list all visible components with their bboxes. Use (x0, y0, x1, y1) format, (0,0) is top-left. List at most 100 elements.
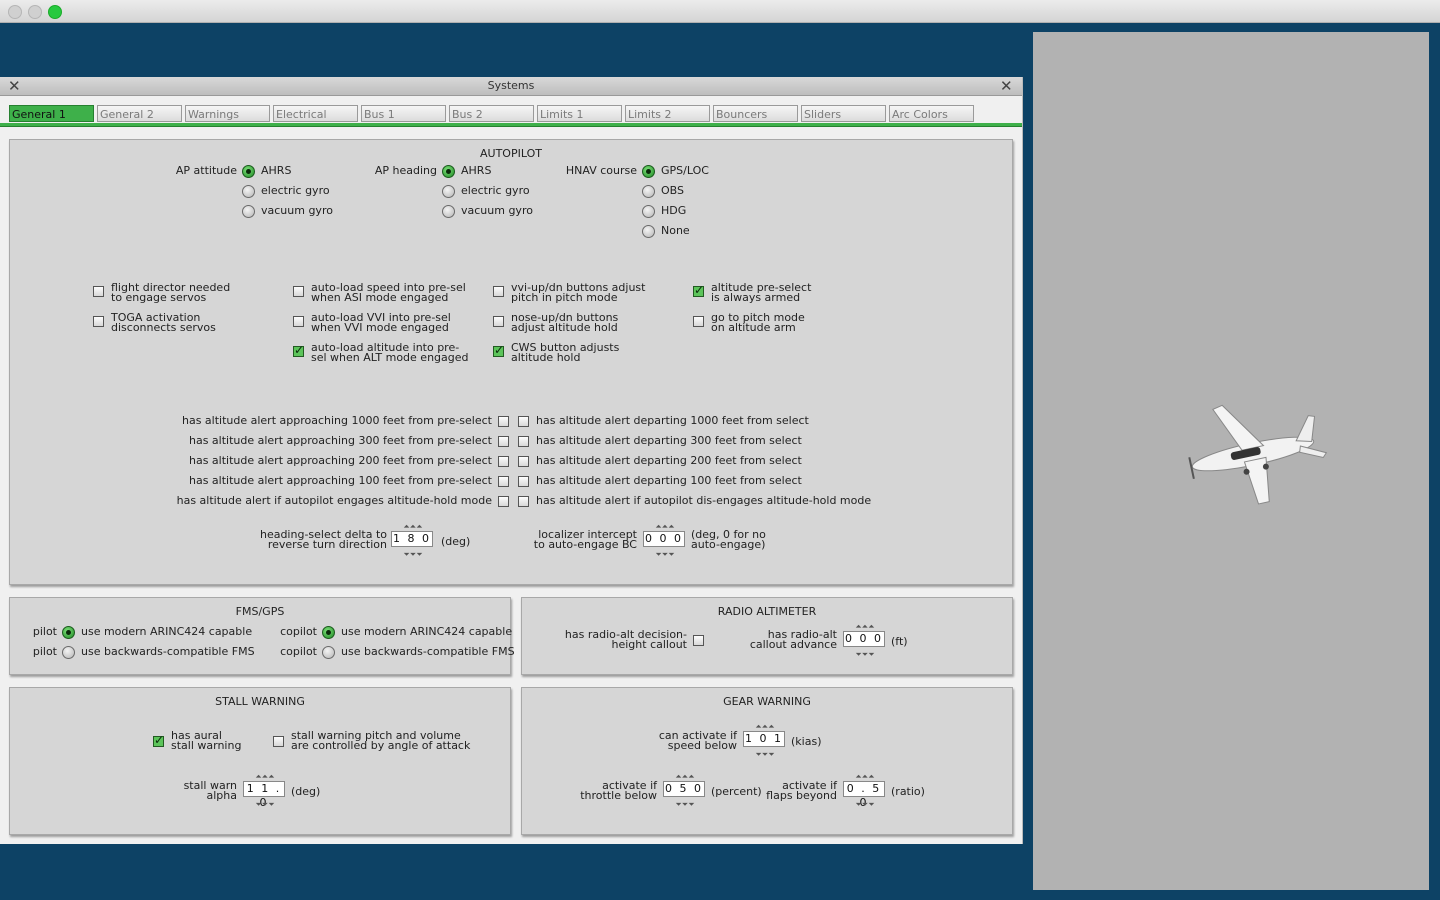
spinner-up-arrows-icon[interactable]: ⏶⏶⏶ (391, 522, 435, 531)
spinner-up-arrows-icon[interactable]: ⏶⏶⏶ (243, 772, 287, 781)
ap-attitude-radio-0[interactable] (242, 165, 255, 178)
spinner-down-arrows-icon[interactable]: ⏷⏷⏷ (663, 800, 707, 809)
fms-pilot-modern-label: use modern ARINC424 capable (81, 625, 253, 638)
spinner-value[interactable]: 1 8 0 (391, 531, 433, 547)
autopilot-checkbox-5[interactable] (493, 286, 504, 297)
stall-aoa-checkbox[interactable] (273, 736, 284, 747)
spinner-value[interactable]: 1 1 . 0 (243, 781, 285, 809)
alert-right-checkbox-1[interactable] (518, 436, 529, 447)
autopilot-checkbox-1[interactable] (93, 316, 104, 327)
stall-aoa-label: stall warning pitch and volume are contro… (291, 729, 471, 752)
ap-heading-option-1: electric gyro (461, 184, 530, 197)
spinner-up-arrows-icon[interactable]: ⏶⏶⏶ (743, 722, 787, 731)
autopilot-checkbox-7[interactable] (493, 343, 504, 357)
hnav-course-radio-3[interactable] (642, 225, 655, 238)
fms-copilot-modern-radio[interactable] (322, 626, 335, 639)
gear-throttle-label: activate if throttle below (580, 779, 657, 802)
ap-heading-label: AP heading (374, 164, 437, 177)
gear-throttle-unit: (percent) (711, 785, 762, 798)
ap-attitude-option-2: vacuum gyro (261, 204, 333, 217)
autopilot-checkbox-3[interactable] (293, 316, 304, 327)
alert-left-checkbox-4[interactable] (498, 496, 509, 507)
hnav-course-radio-2[interactable] (642, 205, 655, 218)
spinner-down-arrows-icon[interactable]: ⏷⏷⏷ (391, 550, 435, 559)
alert-left-checkbox-0[interactable] (498, 416, 509, 427)
heading-delta-spinner[interactable]: ⏶⏶⏶ 1 8 0 ⏷⏷⏷ (391, 522, 435, 560)
autopilot-checkbox-4[interactable] (293, 343, 304, 357)
alert-right-checkbox-3[interactable] (518, 476, 529, 487)
autopilot-checkbox-8[interactable] (693, 283, 704, 297)
heading-delta-unit: (deg) (441, 535, 471, 548)
ap-heading-radio-2[interactable] (442, 205, 455, 218)
ap-attitude-label: AP attitude (175, 164, 237, 177)
radio-alt-dh-checkbox[interactable] (693, 635, 704, 646)
fms-copilot-label-1: copilot (280, 625, 317, 638)
systems-content: AP attitude AHRS electric gyro vacuum gyro A… (0, 77, 1022, 844)
radio-alt-dh-label: has radio-alt decision-height callout (564, 628, 687, 651)
stall-aural-checkbox[interactable] (153, 733, 164, 747)
autopilot-check-label-0: flight director needed to engage servos (111, 281, 231, 304)
fms-pilot-modern-radio[interactable] (62, 626, 75, 639)
ap-heading-radio-0[interactable] (442, 165, 455, 178)
ap-heading-radio-1[interactable] (442, 185, 455, 198)
spinner-down-arrows-icon[interactable]: ⏷⏷⏷ (743, 750, 787, 759)
minimize-window-icon[interactable] (28, 5, 42, 19)
spinner-value[interactable]: 0 0 0 (643, 531, 685, 547)
fms-pilot-label-2: pilot (32, 645, 57, 658)
fms-copilot-legacy-label: use backwards-compatible FMS (341, 645, 515, 658)
alert-right-checkbox-4[interactable] (518, 496, 529, 507)
spinner-up-arrows-icon[interactable]: ⏶⏶⏶ (843, 622, 887, 631)
gear-speed-unit: (kias) (791, 735, 822, 748)
hnav-course-radio-1[interactable] (642, 185, 655, 198)
spinner-down-arrows-icon[interactable]: ⏷⏷⏷ (843, 800, 887, 809)
alert-left-checkbox-3[interactable] (498, 476, 509, 487)
autopilot-checkbox-9[interactable] (693, 316, 704, 327)
stall-alpha-unit: (deg) (291, 785, 321, 798)
hnav-course-option-1: OBS (661, 184, 684, 197)
fms-pilot-label-1: pilot (32, 625, 57, 638)
autopilot-checkbox-0[interactable] (93, 286, 104, 297)
alert-left-checkbox-1[interactable] (498, 436, 509, 447)
alert-right-label-2: has altitude alert departing 200 feet fr… (536, 454, 802, 467)
hnav-course-option-0: GPS/LOC (661, 164, 709, 177)
gear-flaps-spinner[interactable]: ⏶⏶⏶ 0 . 5 0 ⏷⏷⏷ (843, 772, 887, 810)
autopilot-checkbox-6[interactable] (493, 316, 504, 327)
hnav-course-radio-0[interactable] (642, 165, 655, 178)
zoom-window-icon[interactable] (48, 5, 62, 19)
autopilot-check-label-1: TOGA activation disconnects servos (111, 311, 216, 334)
heading-delta-label: heading-select delta to reverse turn dire… (259, 528, 387, 551)
radio-alt-advance-unit: (ft) (891, 635, 908, 648)
ap-attitude-radio-2[interactable] (242, 205, 255, 218)
spinner-down-arrows-icon[interactable]: ⏷⏷⏷ (643, 550, 687, 559)
ap-heading-option-2: vacuum gyro (461, 204, 533, 217)
spinner-down-arrows-icon[interactable]: ⏷⏷⏷ (243, 800, 287, 809)
alert-right-checkbox-2[interactable] (518, 456, 529, 467)
alert-right-checkbox-0[interactable] (518, 416, 529, 427)
autopilot-check-label-5: vvi-up/dn buttons adjust pitch in pitch m… (511, 281, 646, 304)
stall-alpha-spinner[interactable]: ⏶⏶⏶ 1 1 . 0 ⏷⏷⏷ (243, 772, 287, 810)
spinner-value[interactable]: 0 . 5 0 (843, 781, 885, 809)
spinner-down-arrows-icon[interactable]: ⏷⏷⏷ (843, 650, 887, 659)
autopilot-checkbox-2[interactable] (293, 286, 304, 297)
spinner-up-arrows-icon[interactable]: ⏶⏶⏶ (663, 772, 707, 781)
spinner-value[interactable]: 0 0 0 (843, 631, 885, 647)
localizer-spinner[interactable]: ⏶⏶⏶ 0 0 0 ⏷⏷⏷ (643, 522, 687, 560)
spinner-value[interactable]: 1 0 1 (743, 731, 785, 747)
alert-left-checkbox-2[interactable] (498, 456, 509, 467)
spinner-value[interactable]: 0 5 0 (663, 781, 705, 797)
spinner-up-arrows-icon[interactable]: ⏶⏶⏶ (643, 522, 687, 531)
fms-pilot-legacy-radio[interactable] (62, 646, 75, 659)
spinner-up-arrows-icon[interactable]: ⏶⏶⏶ (843, 772, 887, 781)
aircraft-preview[interactable] (1033, 32, 1429, 890)
ap-attitude-radio-1[interactable] (242, 185, 255, 198)
alert-left-label-4: has altitude alert if autopilot engages … (176, 494, 492, 507)
ap-heading-option-0: AHRS (461, 164, 492, 177)
radio-alt-advance-spinner[interactable]: ⏶⏶⏶ 0 0 0 ⏷⏷⏷ (843, 622, 887, 660)
gear-speed-spinner[interactable]: ⏶⏶⏶ 1 0 1 ⏷⏷⏷ (743, 722, 787, 760)
fms-pilot-legacy-label: use backwards-compatible FMS (81, 645, 255, 658)
autopilot-check-label-3: auto-load VVI into pre-sel when VVI mode … (311, 311, 451, 334)
alert-left-label-2: has altitude alert approaching 200 feet … (188, 454, 492, 467)
close-window-icon[interactable] (8, 5, 22, 19)
gear-throttle-spinner[interactable]: ⏶⏶⏶ 0 5 0 ⏷⏷⏷ (663, 772, 707, 810)
fms-copilot-legacy-radio[interactable] (322, 646, 335, 659)
